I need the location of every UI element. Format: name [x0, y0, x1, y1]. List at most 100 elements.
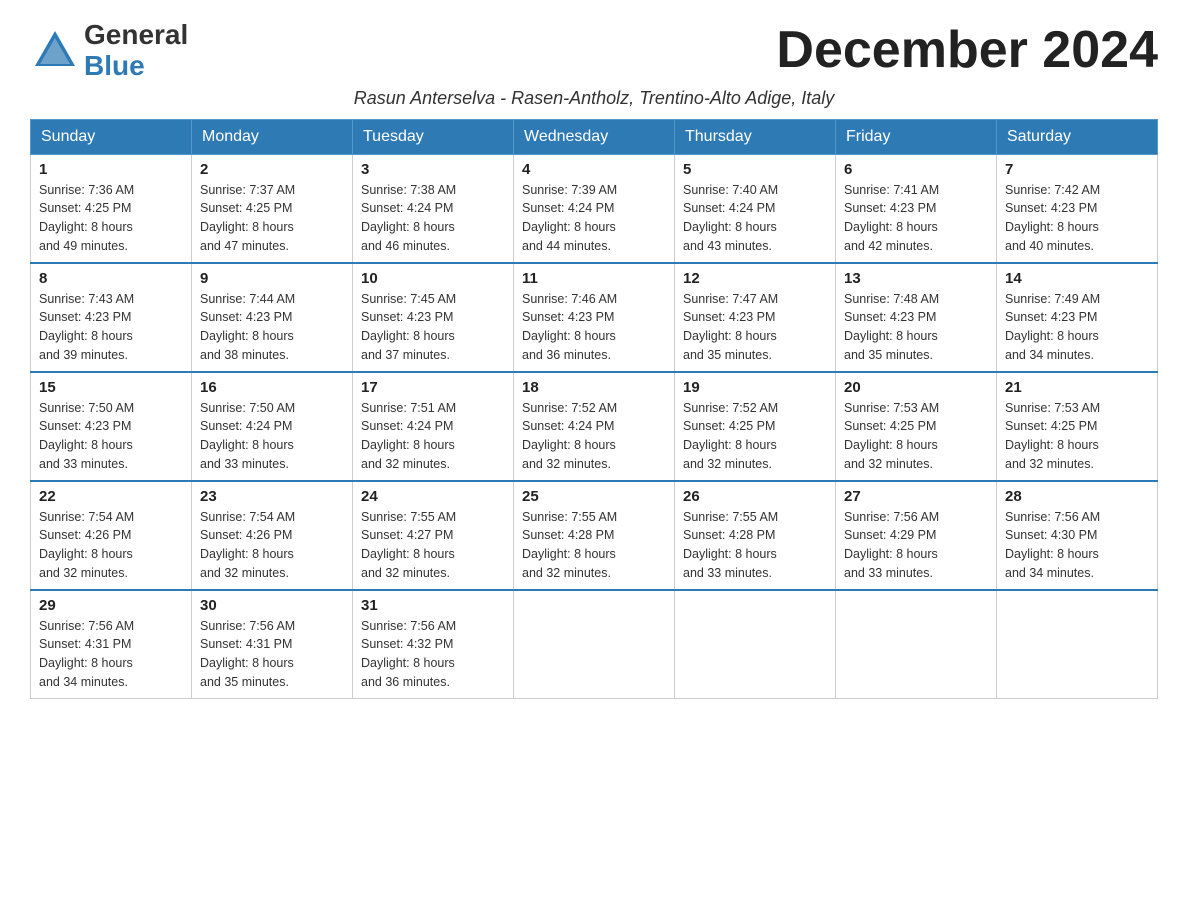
table-row: 29 Sunrise: 7:56 AM Sunset: 4:31 PM Dayl… [31, 590, 192, 699]
day-info: Sunrise: 7:46 AM Sunset: 4:23 PM Dayligh… [522, 290, 666, 365]
day-number: 4 [522, 161, 666, 178]
day-number: 8 [39, 270, 183, 287]
day-number: 19 [683, 379, 827, 396]
day-info: Sunrise: 7:44 AM Sunset: 4:23 PM Dayligh… [200, 290, 344, 365]
calendar-week-row: 8 Sunrise: 7:43 AM Sunset: 4:23 PM Dayli… [31, 263, 1158, 372]
col-friday: Friday [836, 119, 997, 154]
day-number: 16 [200, 379, 344, 396]
day-info: Sunrise: 7:52 AM Sunset: 4:25 PM Dayligh… [683, 399, 827, 474]
table-row: 20 Sunrise: 7:53 AM Sunset: 4:25 PM Dayl… [836, 372, 997, 481]
col-tuesday: Tuesday [353, 119, 514, 154]
table-row: 2 Sunrise: 7:37 AM Sunset: 4:25 PM Dayli… [192, 154, 353, 263]
day-info: Sunrise: 7:55 AM Sunset: 4:27 PM Dayligh… [361, 508, 505, 583]
day-info: Sunrise: 7:45 AM Sunset: 4:23 PM Dayligh… [361, 290, 505, 365]
table-row [997, 590, 1158, 699]
day-info: Sunrise: 7:36 AM Sunset: 4:25 PM Dayligh… [39, 181, 183, 256]
day-info: Sunrise: 7:53 AM Sunset: 4:25 PM Dayligh… [844, 399, 988, 474]
day-info: Sunrise: 7:56 AM Sunset: 4:29 PM Dayligh… [844, 508, 988, 583]
table-row [836, 590, 997, 699]
day-info: Sunrise: 7:42 AM Sunset: 4:23 PM Dayligh… [1005, 181, 1149, 256]
table-row: 5 Sunrise: 7:40 AM Sunset: 4:24 PM Dayli… [675, 154, 836, 263]
table-row: 28 Sunrise: 7:56 AM Sunset: 4:30 PM Dayl… [997, 481, 1158, 590]
day-info: Sunrise: 7:55 AM Sunset: 4:28 PM Dayligh… [683, 508, 827, 583]
table-row: 11 Sunrise: 7:46 AM Sunset: 4:23 PM Dayl… [514, 263, 675, 372]
day-info: Sunrise: 7:43 AM Sunset: 4:23 PM Dayligh… [39, 290, 183, 365]
calendar-week-row: 29 Sunrise: 7:56 AM Sunset: 4:31 PM Dayl… [31, 590, 1158, 699]
day-info: Sunrise: 7:37 AM Sunset: 4:25 PM Dayligh… [200, 181, 344, 256]
table-row: 18 Sunrise: 7:52 AM Sunset: 4:24 PM Dayl… [514, 372, 675, 481]
day-info: Sunrise: 7:54 AM Sunset: 4:26 PM Dayligh… [200, 508, 344, 583]
col-wednesday: Wednesday [514, 119, 675, 154]
day-info: Sunrise: 7:52 AM Sunset: 4:24 PM Dayligh… [522, 399, 666, 474]
table-row: 21 Sunrise: 7:53 AM Sunset: 4:25 PM Dayl… [997, 372, 1158, 481]
calendar-week-row: 22 Sunrise: 7:54 AM Sunset: 4:26 PM Dayl… [31, 481, 1158, 590]
day-info: Sunrise: 7:54 AM Sunset: 4:26 PM Dayligh… [39, 508, 183, 583]
day-number: 30 [200, 597, 344, 614]
day-info: Sunrise: 7:56 AM Sunset: 4:31 PM Dayligh… [39, 617, 183, 692]
table-row: 25 Sunrise: 7:55 AM Sunset: 4:28 PM Dayl… [514, 481, 675, 590]
day-info: Sunrise: 7:56 AM Sunset: 4:32 PM Dayligh… [361, 617, 505, 692]
day-number: 24 [361, 488, 505, 505]
day-info: Sunrise: 7:56 AM Sunset: 4:31 PM Dayligh… [200, 617, 344, 692]
table-row: 26 Sunrise: 7:55 AM Sunset: 4:28 PM Dayl… [675, 481, 836, 590]
day-info: Sunrise: 7:48 AM Sunset: 4:23 PM Dayligh… [844, 290, 988, 365]
table-row: 22 Sunrise: 7:54 AM Sunset: 4:26 PM Dayl… [31, 481, 192, 590]
day-number: 3 [361, 161, 505, 178]
table-row: 19 Sunrise: 7:52 AM Sunset: 4:25 PM Dayl… [675, 372, 836, 481]
day-info: Sunrise: 7:55 AM Sunset: 4:28 PM Dayligh… [522, 508, 666, 583]
day-number: 1 [39, 161, 183, 178]
day-info: Sunrise: 7:53 AM Sunset: 4:25 PM Dayligh… [1005, 399, 1149, 474]
logo-blue: Blue [84, 51, 188, 82]
calendar-header-row: Sunday Monday Tuesday Wednesday Thursday… [31, 119, 1158, 154]
day-info: Sunrise: 7:49 AM Sunset: 4:23 PM Dayligh… [1005, 290, 1149, 365]
day-number: 31 [361, 597, 505, 614]
table-row: 12 Sunrise: 7:47 AM Sunset: 4:23 PM Dayl… [675, 263, 836, 372]
day-info: Sunrise: 7:39 AM Sunset: 4:24 PM Dayligh… [522, 181, 666, 256]
day-number: 11 [522, 270, 666, 287]
day-number: 20 [844, 379, 988, 396]
day-number: 7 [1005, 161, 1149, 178]
day-number: 9 [200, 270, 344, 287]
table-row: 1 Sunrise: 7:36 AM Sunset: 4:25 PM Dayli… [31, 154, 192, 263]
table-row: 27 Sunrise: 7:56 AM Sunset: 4:29 PM Dayl… [836, 481, 997, 590]
day-number: 2 [200, 161, 344, 178]
day-number: 5 [683, 161, 827, 178]
calendar-table: Sunday Monday Tuesday Wednesday Thursday… [30, 119, 1158, 699]
logo-icon [30, 26, 80, 76]
day-number: 25 [522, 488, 666, 505]
day-number: 12 [683, 270, 827, 287]
table-row: 30 Sunrise: 7:56 AM Sunset: 4:31 PM Dayl… [192, 590, 353, 699]
table-row: 7 Sunrise: 7:42 AM Sunset: 4:23 PM Dayli… [997, 154, 1158, 263]
calendar-week-row: 1 Sunrise: 7:36 AM Sunset: 4:25 PM Dayli… [31, 154, 1158, 263]
day-number: 6 [844, 161, 988, 178]
day-info: Sunrise: 7:40 AM Sunset: 4:24 PM Dayligh… [683, 181, 827, 256]
day-info: Sunrise: 7:51 AM Sunset: 4:24 PM Dayligh… [361, 399, 505, 474]
table-row: 17 Sunrise: 7:51 AM Sunset: 4:24 PM Dayl… [353, 372, 514, 481]
day-number: 17 [361, 379, 505, 396]
day-number: 18 [522, 379, 666, 396]
day-number: 10 [361, 270, 505, 287]
table-row: 23 Sunrise: 7:54 AM Sunset: 4:26 PM Dayl… [192, 481, 353, 590]
day-number: 28 [1005, 488, 1149, 505]
table-row [514, 590, 675, 699]
logo-general: General [84, 20, 188, 51]
table-row: 31 Sunrise: 7:56 AM Sunset: 4:32 PM Dayl… [353, 590, 514, 699]
table-row: 10 Sunrise: 7:45 AM Sunset: 4:23 PM Dayl… [353, 263, 514, 372]
day-number: 23 [200, 488, 344, 505]
day-number: 13 [844, 270, 988, 287]
day-number: 26 [683, 488, 827, 505]
col-sunday: Sunday [31, 119, 192, 154]
day-info: Sunrise: 7:47 AM Sunset: 4:23 PM Dayligh… [683, 290, 827, 365]
calendar-week-row: 15 Sunrise: 7:50 AM Sunset: 4:23 PM Dayl… [31, 372, 1158, 481]
day-number: 21 [1005, 379, 1149, 396]
table-row: 16 Sunrise: 7:50 AM Sunset: 4:24 PM Dayl… [192, 372, 353, 481]
table-row: 15 Sunrise: 7:50 AM Sunset: 4:23 PM Dayl… [31, 372, 192, 481]
col-thursday: Thursday [675, 119, 836, 154]
day-info: Sunrise: 7:56 AM Sunset: 4:30 PM Dayligh… [1005, 508, 1149, 583]
day-number: 27 [844, 488, 988, 505]
table-row: 4 Sunrise: 7:39 AM Sunset: 4:24 PM Dayli… [514, 154, 675, 263]
day-info: Sunrise: 7:41 AM Sunset: 4:23 PM Dayligh… [844, 181, 988, 256]
month-title: December 2024 [776, 20, 1158, 80]
col-saturday: Saturday [997, 119, 1158, 154]
table-row: 6 Sunrise: 7:41 AM Sunset: 4:23 PM Dayli… [836, 154, 997, 263]
